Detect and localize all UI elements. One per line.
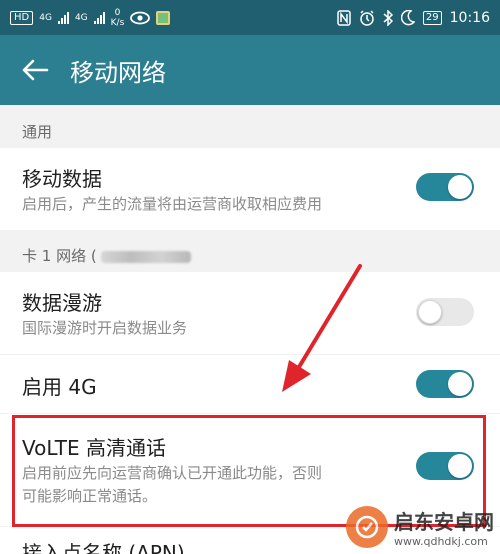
toggle-knob bbox=[448, 372, 472, 396]
hd-indicator: HD bbox=[10, 10, 34, 25]
enable-4g-toggle[interactable] bbox=[416, 370, 474, 398]
signal-2-label: 4G bbox=[74, 12, 88, 23]
clock: 10:16 bbox=[449, 9, 490, 26]
toggle-knob bbox=[418, 300, 442, 324]
enable-4g-label: 启用 4G bbox=[22, 375, 97, 399]
eye-icon bbox=[130, 11, 151, 24]
sim1-network-label: 卡 1 网络 ( bbox=[22, 247, 97, 265]
section-header-general: 通用 bbox=[22, 123, 53, 141]
battery-level: 29 bbox=[425, 11, 439, 23]
watermark-url: www.qdhdkj.com bbox=[394, 535, 488, 548]
setting-row-mobile-data[interactable]: 移动数据 启用后，产生的流量将由运营商收取相应费用 bbox=[0, 148, 500, 230]
data-roaming-desc: 国际漫游时开启数据业务 bbox=[22, 319, 188, 337]
watermark-icon bbox=[346, 506, 388, 548]
mobile-data-toggle[interactable] bbox=[416, 173, 474, 201]
status-bar: HD 4G 4G 0 K/s 29 10:16 bbox=[0, 0, 500, 35]
nfc-icon bbox=[337, 9, 351, 26]
watermark-name: 启东安卓网 bbox=[394, 510, 494, 534]
setting-row-data-roaming[interactable]: 数据漫游 国际漫游时开启数据业务 bbox=[0, 272, 500, 354]
battery-icon: 29 bbox=[422, 10, 442, 25]
volte-desc-line1: 启用前应先向运营商确认已开通此功能，否则 bbox=[22, 464, 323, 482]
mobile-data-label: 移动数据 bbox=[22, 167, 102, 191]
signal-1-label: 4G bbox=[39, 12, 52, 23]
net-speed-value: 0 bbox=[114, 7, 121, 18]
bluetooth-icon bbox=[383, 9, 393, 26]
page-title: 移动网络 bbox=[70, 58, 166, 87]
setting-row-enable-4g[interactable]: 启用 4G bbox=[0, 355, 500, 413]
signal-bars-2-icon bbox=[93, 11, 105, 24]
app-notification-icon bbox=[156, 10, 171, 25]
volte-label: VoLTE 高清通话 bbox=[22, 436, 166, 460]
section-header-sim1: 卡 1 网络 ( bbox=[22, 245, 191, 266]
toggle-knob bbox=[448, 454, 472, 478]
app-bar: 移动网络 bbox=[0, 35, 500, 105]
alarm-icon bbox=[360, 9, 374, 26]
data-roaming-label: 数据漫游 bbox=[22, 291, 102, 315]
toggle-knob bbox=[448, 175, 472, 199]
apn-label: 接入点名称 (APN) bbox=[22, 541, 185, 554]
volte-toggle[interactable] bbox=[416, 452, 474, 480]
watermark-logo: 启东安卓网 www.qdhdkj.com bbox=[346, 506, 494, 548]
redacted-carrier-name bbox=[100, 250, 191, 263]
signal-bars-icon bbox=[57, 11, 69, 24]
do-not-disturb-moon-icon bbox=[400, 9, 415, 25]
net-speed-unit: K/s bbox=[110, 17, 125, 28]
arrow-left-icon bbox=[22, 59, 49, 81]
mobile-data-desc: 启用后，产生的流量将由运营商收取相应费用 bbox=[22, 195, 323, 213]
volte-desc-line2: 可能影响正常通话。 bbox=[22, 487, 158, 505]
net-speed: 0 K/s bbox=[111, 8, 125, 28]
back-button[interactable] bbox=[0, 35, 70, 105]
data-roaming-toggle[interactable] bbox=[416, 298, 474, 326]
